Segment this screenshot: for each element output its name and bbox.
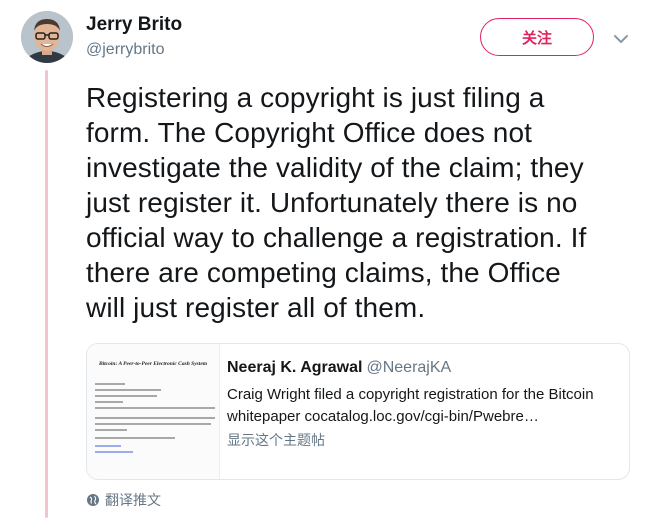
quoted-tweet-thumbnail: Bitcoin: A Peer-to-Peer Electronic Cash … [87, 344, 220, 479]
quoted-tweet-text: Craig Wright filed a copyright registrat… [227, 386, 594, 425]
globe-icon [86, 493, 100, 507]
quoted-author-handle: @NeerajKA [366, 359, 452, 376]
follow-button[interactable]: 关注 [480, 18, 594, 56]
thumbnail-title: Bitcoin: A Peer-to-Peer Electronic Cash … [98, 361, 208, 367]
thread-connector-line [45, 70, 48, 518]
quoted-author-name: Neeraj K. Agrawal [227, 359, 363, 376]
translate-label: 翻译推文 [105, 493, 161, 509]
author-name[interactable]: Jerry Brito [86, 14, 182, 36]
translate-tweet-link[interactable]: 翻译推文 [86, 490, 161, 510]
avatar[interactable] [21, 11, 73, 63]
chevron-down-icon[interactable] [610, 28, 632, 50]
tweet-text: Registering a copyright is just filing a… [86, 82, 587, 323]
author-handle[interactable]: @jerrybrito [86, 41, 164, 59]
quoted-tweet-card[interactable]: Bitcoin: A Peer-to-Peer Electronic Cash … [86, 343, 630, 480]
quoted-tweet-author: Neeraj K. Agrawal @NeerajKA [227, 359, 451, 377]
avatar-photo [21, 11, 73, 63]
show-thread-link[interactable]: 显示这个主题帖 [227, 430, 325, 450]
